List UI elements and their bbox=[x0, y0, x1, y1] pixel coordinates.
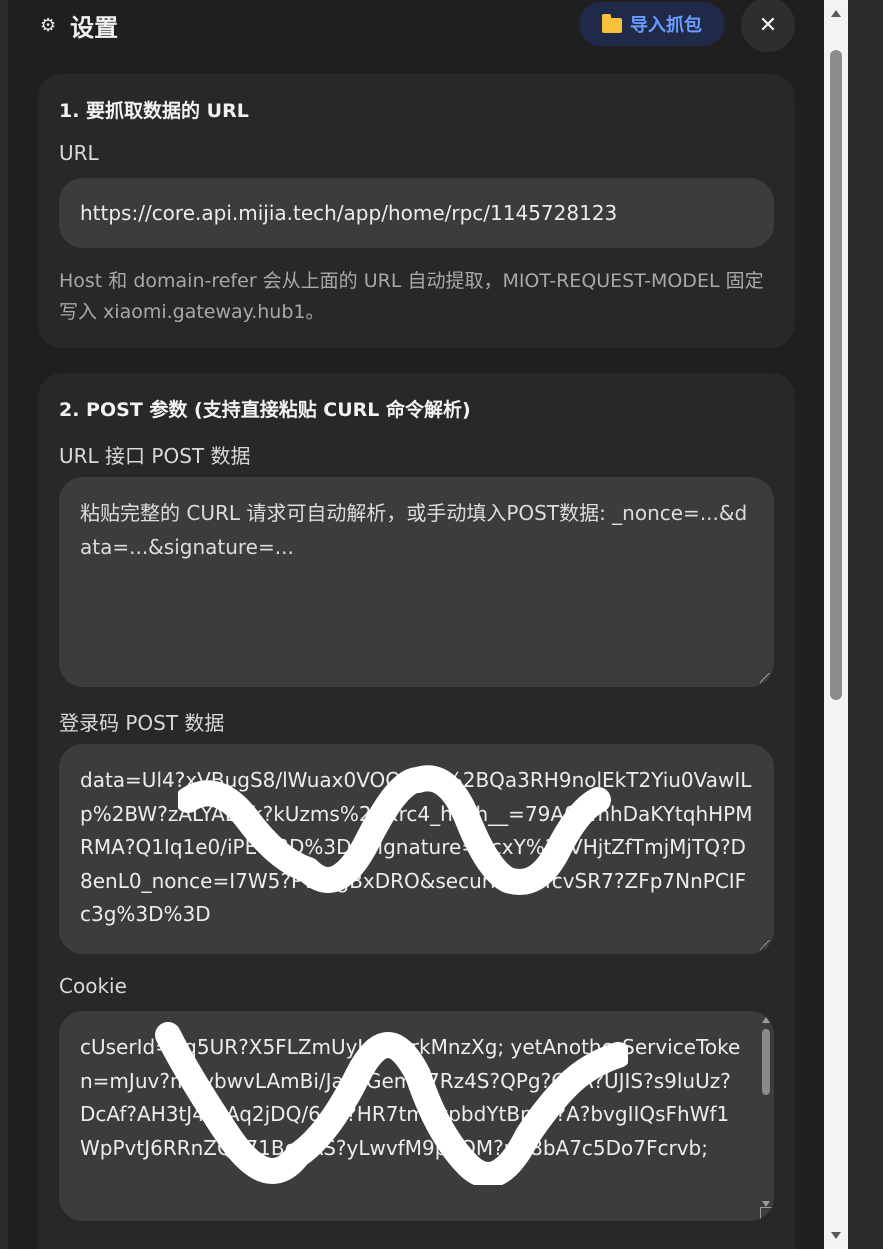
login-data-value: data=Ul4?xVBugS8/lWuax0VOQYxrs%2BQa3RH9n… bbox=[80, 768, 753, 926]
import-capture-button[interactable]: 导入抓包 bbox=[579, 2, 725, 46]
post-data-placeholder: 粘贴完整的 CURL 请求可自动解析，或手动填入POST数据: _nonce=.… bbox=[80, 501, 748, 559]
resize-handle[interactable] bbox=[760, 1207, 774, 1221]
folder-icon bbox=[602, 14, 622, 33]
cookie-scrollbar[interactable] bbox=[760, 1017, 772, 1207]
import-capture-label: 导入抓包 bbox=[630, 15, 702, 36]
title-wrap: ⚙ 设置 bbox=[40, 8, 118, 43]
header: ⚙ 设置 导入抓包 ✕ bbox=[8, 0, 824, 60]
page-scrollbar[interactable] bbox=[824, 0, 848, 1249]
page-scroll-thumb[interactable] bbox=[830, 50, 842, 700]
cookie-label: Cookie bbox=[59, 974, 127, 998]
login-data-label: 登录码 POST 数据 bbox=[59, 711, 225, 735]
scroll-up-icon[interactable] bbox=[762, 1017, 770, 1023]
url-section: 1. 要抓取数据的 URL URL https://core.api.mijia… bbox=[38, 74, 795, 348]
close-icon: ✕ bbox=[758, 12, 778, 38]
resize-handle[interactable] bbox=[760, 673, 770, 683]
cookie-value: cUserId=oq5UR?X5FLZmUyUV6arkMnzXg; yetAn… bbox=[80, 1035, 741, 1160]
close-button[interactable]: ✕ bbox=[741, 0, 795, 52]
url-input[interactable]: https://core.api.mijia.tech/app/home/rpc… bbox=[59, 178, 774, 248]
url-label: URL bbox=[59, 141, 99, 165]
post-section: 2. POST 参数 (支持直接粘贴 CURL 命令解析) URL 接口 POS… bbox=[38, 373, 795, 1249]
section-title-post: 2. POST 参数 (支持直接粘贴 CURL 命令解析) bbox=[59, 399, 471, 421]
window-margin bbox=[848, 0, 883, 1249]
page-title: 设置 bbox=[70, 14, 119, 42]
post-data-label: URL 接口 POST 数据 bbox=[59, 444, 251, 468]
scroll-thumb[interactable] bbox=[762, 1029, 770, 1095]
settings-panel: ⚙ 设置 导入抓包 ✕ 1. 要抓取数据的 URL URL https://co… bbox=[8, 0, 824, 1249]
scroll-down-icon[interactable] bbox=[831, 1232, 841, 1239]
gear-icon: ⚙ bbox=[40, 14, 57, 36]
resize-handle[interactable] bbox=[760, 940, 770, 950]
login-data-textarea[interactable]: data=Ul4?xVBugS8/lWuax0VOQYxrs%2BQa3RH9n… bbox=[59, 744, 774, 954]
post-data-textarea[interactable]: 粘贴完整的 CURL 请求可自动解析，或手动填入POST数据: _nonce=.… bbox=[59, 477, 774, 687]
cookie-textarea[interactable]: cUserId=oq5UR?X5FLZmUyUV6arkMnzXg; yetAn… bbox=[59, 1011, 774, 1221]
url-hint: Host 和 domain-refer 会从上面的 URL 自动提取，MIOT-… bbox=[59, 270, 764, 323]
section-title-url: 1. 要抓取数据的 URL bbox=[59, 100, 249, 122]
scroll-up-icon[interactable] bbox=[831, 10, 841, 17]
